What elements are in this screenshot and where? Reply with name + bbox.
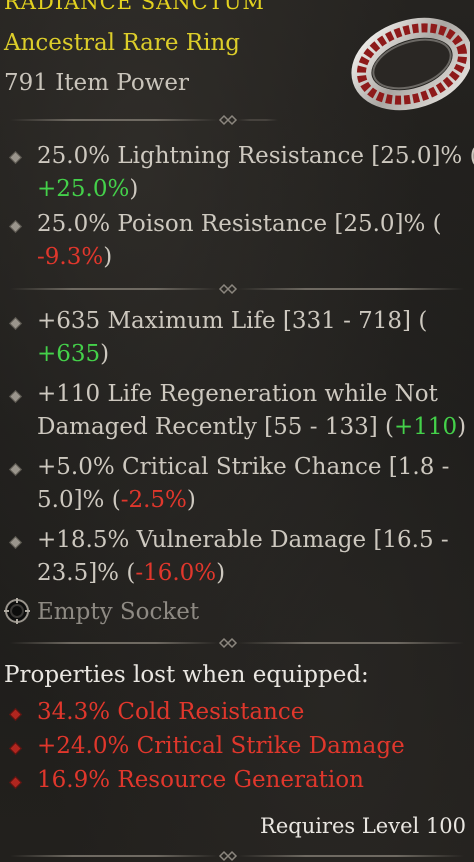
item-type: Ancestral Rare Ring <box>4 30 241 56</box>
paren-close: ) <box>457 414 467 440</box>
empty-socket-label: Empty Socket <box>37 599 200 625</box>
affix-delta-positive: +25.0% <box>37 176 130 202</box>
paren-close: ) <box>100 341 110 367</box>
level-requirement: Requires Level 100 <box>260 814 466 838</box>
divider-ornament-icon <box>218 637 238 649</box>
section-divider <box>0 114 474 126</box>
divider-ornament-icon <box>218 283 238 295</box>
affix-line: +110 Life Regeneration while Not <box>37 381 438 407</box>
affix-line: 25.0% Poison Resistance [25.0]% ( <box>37 211 442 237</box>
affix-delta-line: +635) <box>37 341 109 367</box>
affix-line-text: Damaged Recently [55 - 133] ( <box>37 414 394 440</box>
item-power: 791 Item Power <box>4 70 189 96</box>
affix-line: +635 Maximum Life [331 - 718] ( <box>37 308 428 334</box>
lost-property: +24.0% Critical Strike Damage <box>37 733 405 759</box>
socket-icon <box>4 598 30 624</box>
section-divider <box>0 637 474 649</box>
affix-line-cont: Damaged Recently [55 - 133] (+110) <box>37 414 466 440</box>
affix-line: +5.0% Critical Strike Chance [1.8 - <box>37 454 450 480</box>
divider-ornament-icon <box>218 114 238 126</box>
affix-delta-positive: +635 <box>37 341 101 367</box>
lost-properties-heading: Properties lost when equipped: <box>4 662 369 688</box>
paren-close: ) <box>186 487 196 513</box>
affix-line: +18.5% Vulnerable Damage [16.5 - <box>37 527 449 553</box>
ring-icon <box>350 12 473 117</box>
paren-close: ) <box>216 560 226 586</box>
affix-line-text: 23.5]% ( <box>37 560 136 586</box>
lost-property: 34.3% Cold Resistance <box>37 699 305 725</box>
affix-delta-line: +25.0%) <box>37 176 138 202</box>
affix-line-cont: 5.0]% (-2.5%) <box>37 487 196 513</box>
paren-close: ) <box>103 244 113 270</box>
item-name: RADIANCE SANCTUM <box>4 0 265 14</box>
affix-line: 25.0% Lightning Resistance [25.0]% ( <box>37 143 474 169</box>
divider-ornament-icon <box>218 850 238 862</box>
affix-delta-negative: -9.3% <box>37 244 104 270</box>
section-divider <box>0 283 474 295</box>
affix-delta-positive: +110 <box>393 414 458 440</box>
section-divider <box>0 850 474 862</box>
paren-close: ) <box>129 176 139 202</box>
lost-property: 16.9% Resource Generation <box>37 767 364 793</box>
affix-delta-negative: -2.5% <box>120 487 187 513</box>
affix-delta-negative: -16.0% <box>135 560 217 586</box>
affix-line-text: 5.0]% ( <box>37 487 121 513</box>
affix-delta-line: -9.3%) <box>37 244 112 270</box>
affix-line-cont: 23.5]% (-16.0%) <box>37 560 225 586</box>
